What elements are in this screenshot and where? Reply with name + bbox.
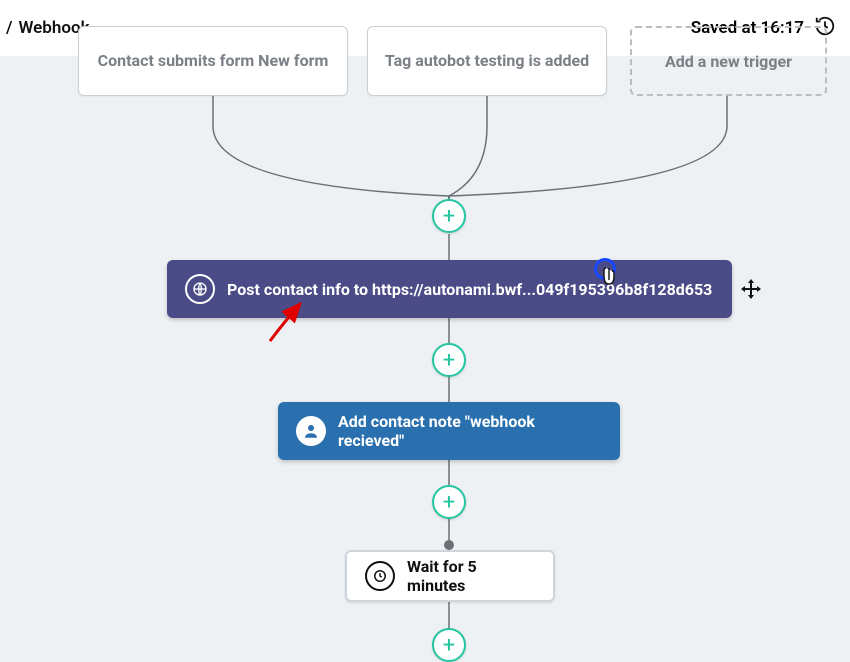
add-step-button[interactable]: + [432,485,466,519]
breadcrumb-slash: / [6,18,12,38]
add-trigger-button[interactable]: Add a new trigger [630,26,827,96]
add-step-button[interactable]: + [432,343,466,377]
add-step-button[interactable]: + [432,628,466,662]
move-handle-icon[interactable] [738,276,764,302]
add-step-button[interactable]: + [432,199,466,233]
webhook-step-label: Post contact info to https://autonami.bw… [227,280,712,299]
add-note-step-label: Add contact note "webhook recieved" [338,412,602,450]
globe-icon [185,274,215,304]
plus-icon: + [443,348,455,373]
wait-step[interactable]: Wait for 5 minutes [345,550,555,602]
wait-step-label: Wait for 5 minutes [407,557,535,595]
trigger-card-form-submit[interactable]: Contact submits form New form [78,26,348,96]
breadcrumb[interactable]: / Webhook [0,18,90,38]
trigger-label: Tag autobot testing is added [385,52,589,70]
plus-icon: + [443,204,455,229]
plus-icon: + [443,490,455,515]
connector-dot [444,540,454,550]
automation-canvas[interactable]: Contact submits form New form Tag autobo… [0,56,850,655]
person-icon [296,416,326,446]
trigger-card-tag-added[interactable]: Tag autobot testing is added [367,26,607,96]
webhook-step[interactable]: Post contact info to https://autonami.bw… [167,260,732,318]
clock-icon [365,561,395,591]
add-note-step[interactable]: Add contact note "webhook recieved" [278,402,620,460]
add-trigger-label: Add a new trigger [665,52,792,71]
trigger-label: Contact submits form New form [98,52,329,70]
plus-icon: + [443,633,455,658]
